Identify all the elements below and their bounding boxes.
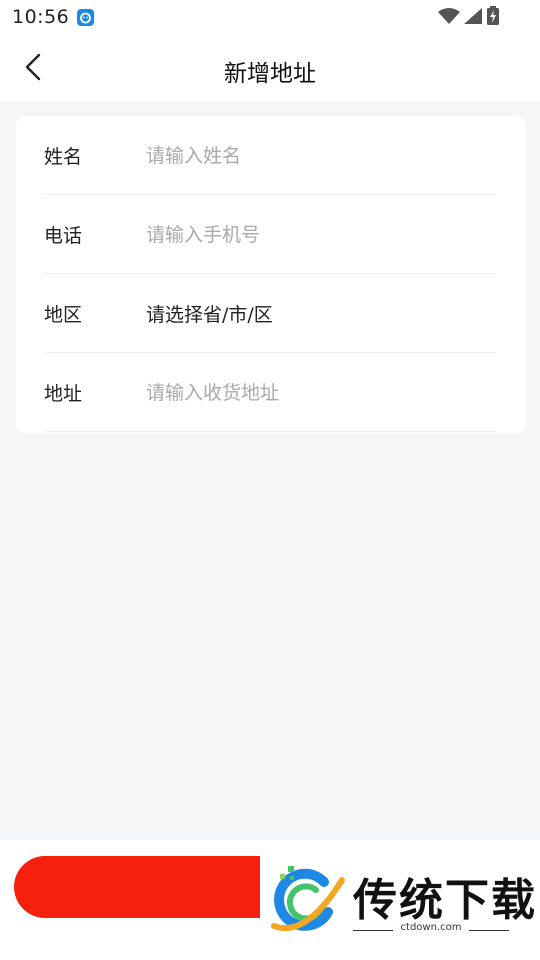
app-notification-icon bbox=[77, 9, 94, 26]
page-title: 新增地址 bbox=[224, 61, 316, 87]
name-label: 姓名 bbox=[44, 146, 83, 168]
watermark-domain: ctdown.com bbox=[400, 922, 462, 933]
address-row: 地址 bbox=[44, 353, 496, 432]
status-time: 10:56 bbox=[12, 6, 70, 28]
name-input[interactable] bbox=[146, 135, 496, 176]
watermark-logo-icon bbox=[266, 860, 346, 944]
address-label: 地址 bbox=[44, 383, 83, 405]
name-row: 姓名 bbox=[44, 116, 496, 195]
region-picker[interactable]: 请选择省/市/区 bbox=[146, 300, 496, 327]
watermark: 传统下载 ctdown.com bbox=[260, 848, 540, 956]
region-row[interactable]: 地区 请选择省/市/区 bbox=[44, 274, 496, 353]
cellular-signal-icon bbox=[463, 7, 483, 29]
wifi-icon bbox=[438, 7, 460, 29]
watermark-brand: 传统下载 bbox=[353, 875, 537, 926]
battery-charging-icon bbox=[486, 6, 500, 30]
region-label: 地区 bbox=[44, 304, 83, 326]
watermark-rule-right bbox=[469, 930, 509, 931]
status-bar: 10:56 bbox=[0, 0, 540, 36]
phone-label: 电话 bbox=[44, 225, 83, 247]
phone-row: 电话 bbox=[44, 195, 496, 274]
nav-bar: 新增地址 bbox=[0, 36, 540, 102]
phone-input[interactable] bbox=[146, 214, 496, 255]
address-form: 姓名 电话 地区 请选择省/市/区 地址 bbox=[16, 116, 526, 433]
address-input[interactable] bbox=[146, 372, 496, 413]
